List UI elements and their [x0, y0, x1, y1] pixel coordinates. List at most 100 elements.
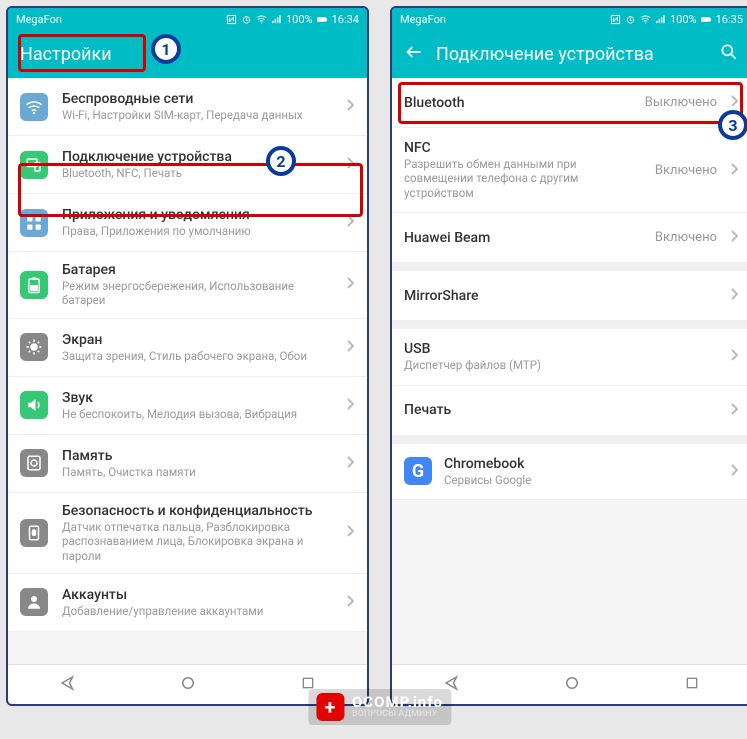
chevron-right-icon	[345, 97, 355, 116]
settings-item-security[interactable]: Безопасность и конфиденциальностьДатчик …	[8, 493, 367, 574]
google-icon: G	[404, 457, 432, 485]
item-title: Bluetooth	[404, 95, 633, 111]
settings-item-display[interactable]: ЭкранЗащита зрения, Стиль рабочего экран…	[8, 319, 367, 377]
item-title: Экран	[62, 332, 331, 348]
item-subtitle: Сервисы Google	[444, 473, 717, 487]
chevron-right-icon	[729, 93, 739, 112]
storage-icon	[20, 449, 48, 477]
status-icons: 100% 16:35	[610, 13, 743, 26]
item-title: USB	[404, 341, 717, 357]
wifi-icon	[256, 14, 267, 25]
chevron-right-icon	[729, 347, 739, 366]
settings-item-wifi[interactable]: Беспроводные сетиWi-Fi, Настройки SIM-ка…	[8, 78, 367, 136]
connection-item[interactable]: G ChromebookСервисы Google	[392, 444, 747, 500]
display-icon	[20, 333, 48, 361]
search-button[interactable]	[719, 42, 739, 66]
chevron-right-icon	[345, 338, 355, 357]
security-icon	[20, 519, 48, 547]
item-title: Chromebook	[444, 456, 717, 472]
sound-icon	[20, 391, 48, 419]
item-title: NFC	[404, 140, 643, 156]
wifi-icon	[640, 14, 651, 25]
clock-label: 16:35	[716, 13, 743, 26]
apps-icon	[20, 209, 48, 237]
chevron-right-icon	[345, 275, 355, 294]
item-subtitle: Wi-Fi, Настройки SIM-карт, Передача данн…	[62, 108, 331, 122]
chevron-right-icon	[345, 155, 355, 174]
nav-back[interactable]	[59, 674, 77, 696]
battery-icon	[20, 271, 48, 299]
item-subtitle: Датчик отпечатка пальца, Разблокировка р…	[62, 520, 331, 563]
chevron-right-icon	[345, 213, 355, 232]
status-bar: MegaFon 100% 16:34	[8, 8, 367, 30]
item-title: Подключение устройства	[62, 149, 331, 165]
nav-home[interactable]	[179, 674, 197, 696]
item-subtitle: Режим энергосбережения, Использование ба…	[62, 279, 331, 308]
item-subtitle: Добавление/управление аккаунтами	[62, 604, 331, 618]
item-title: Память	[62, 448, 331, 464]
connection-item[interactable]: Huawei BeamВключено	[392, 213, 747, 263]
back-button[interactable]	[404, 42, 424, 66]
settings-item-apps[interactable]: Приложения и уведомленияПрава, Приложени…	[8, 194, 367, 252]
item-subtitle: Bluetooth, NFC, Печать	[62, 166, 331, 180]
settings-item-sound[interactable]: ЗвукНе беспокоить, Мелодия вызова, Вибра…	[8, 377, 367, 435]
item-title: Беспроводные сети	[62, 91, 331, 107]
alarm-icon	[241, 14, 252, 25]
phone-device-connection: MegaFon 100% 16:35 Подключение устройств…	[390, 6, 747, 706]
watermark-sub: ВОПРОСЫ АДМИНУ	[352, 710, 443, 719]
item-title: Батарея	[62, 262, 331, 278]
nfc-icon	[610, 14, 621, 25]
connection-item[interactable]: USBДиспетчер файлов (MTP)	[392, 329, 747, 385]
alarm-icon	[625, 14, 636, 25]
connection-list[interactable]: Bluetooth Выключено NFCРазрешить обмен дан…	[392, 78, 747, 664]
carrier-label: MegaFon	[400, 13, 446, 26]
item-subtitle: Не беспокоить, Мелодия вызова, Вибрация	[62, 407, 331, 421]
chevron-right-icon	[729, 286, 739, 305]
signal-icon	[271, 14, 282, 25]
item-title: Печать	[404, 402, 717, 418]
settings-item-storage[interactable]: ПамятьПамять, Очистка памяти	[8, 435, 367, 493]
item-title: Звук	[62, 390, 331, 406]
watermark-icon: +	[316, 693, 344, 721]
item-title: Безопасность и конфиденциальность	[62, 503, 331, 519]
chevron-right-icon	[729, 228, 739, 247]
settings-item-accounts[interactable]: АккаунтыДобавление/управление аккаунтами	[8, 574, 367, 632]
item-subtitle: Память, Очистка памяти	[62, 465, 331, 479]
connection-item[interactable]: Bluetooth Выключено	[392, 78, 747, 128]
item-title: Аккаунты	[62, 587, 331, 603]
connection-item[interactable]: MirrorShare	[392, 271, 747, 321]
settings-item-devcon[interactable]: Подключение устройстваBluetooth, NFC, Пе…	[8, 136, 367, 194]
watermark-main: OCOMP.info	[352, 695, 443, 710]
watermark: + OCOMP.info ВОПРОСЫ АДМИНУ	[308, 689, 451, 725]
item-subtitle: Диспетчер файлов (MTP)	[404, 358, 717, 372]
chevron-right-icon	[345, 593, 355, 612]
battery-icon	[701, 14, 712, 25]
clock-label: 16:34	[332, 13, 359, 26]
status-icons: 100% 16:34	[226, 13, 359, 26]
item-title: Приложения и уведомления	[62, 207, 331, 223]
battery-icon	[317, 14, 328, 25]
chevron-right-icon	[729, 401, 739, 420]
battery-pct: 100%	[670, 13, 697, 26]
page-title: Подключение устройства	[436, 44, 707, 65]
signal-icon	[655, 14, 666, 25]
item-value: Включено	[655, 163, 717, 178]
chevron-right-icon	[345, 523, 355, 542]
connection-item[interactable]: NFCРазрешить обмен данными при совмещени…	[392, 128, 747, 213]
status-bar: MegaFon 100% 16:35	[392, 8, 747, 30]
chevron-right-icon	[345, 396, 355, 415]
connection-item[interactable]: Печать	[392, 386, 747, 436]
settings-item-battery[interactable]: БатареяРежим энергосбережения, Использов…	[8, 252, 367, 319]
devcon-icon	[20, 151, 48, 179]
chevron-right-icon	[729, 161, 739, 180]
app-bar: Подключение устройства	[392, 30, 747, 78]
nav-home[interactable]	[563, 674, 581, 696]
settings-list[interactable]: Беспроводные сетиWi-Fi, Настройки SIM-ка…	[8, 78, 367, 664]
page-title: Настройки	[20, 44, 355, 65]
item-value: Выключено	[645, 95, 717, 110]
nav-recent[interactable]	[684, 675, 700, 695]
wifi-icon	[20, 93, 48, 121]
battery-pct: 100%	[286, 13, 313, 26]
phone-settings: MegaFon 100% 16:34 Настройки Беспроводны…	[6, 6, 369, 706]
item-subtitle: Защита зрения, Стиль рабочего экрана, Об…	[62, 349, 331, 363]
